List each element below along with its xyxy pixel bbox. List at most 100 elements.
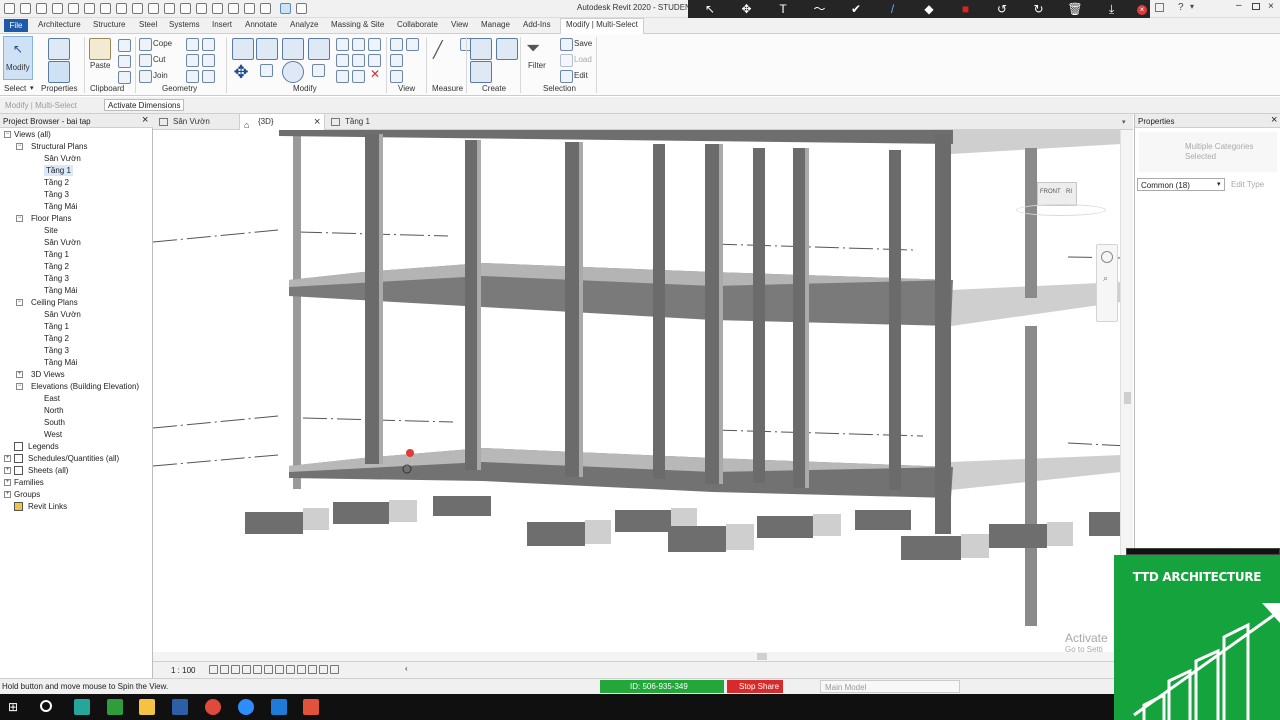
app-9-icon[interactable] xyxy=(303,699,319,715)
viewcube-compass-ring[interactable] xyxy=(1016,204,1106,216)
steering-wheel-icon[interactable] xyxy=(1101,251,1113,263)
tree-item[interactable]: Tầng 1 xyxy=(44,249,69,260)
panel-select[interactable]: Select xyxy=(4,84,26,93)
unlock-3d-icon[interactable] xyxy=(286,665,295,674)
quick-access-more-icon[interactable] xyxy=(296,3,307,14)
redo-icon[interactable] xyxy=(84,3,95,14)
scrollbar-thumb[interactable] xyxy=(1124,392,1131,404)
tree-item[interactable]: Tầng 2 xyxy=(44,177,69,188)
rotate-icon[interactable] xyxy=(282,61,304,83)
measure-icon[interactable]: ╱ xyxy=(433,40,455,62)
analytical-model-icon[interactable] xyxy=(330,665,339,674)
sun-path-icon[interactable] xyxy=(231,665,240,674)
windows-start-icon[interactable]: ⊞ xyxy=(8,700,18,714)
activate-dimensions-button[interactable]: Activate Dimensions xyxy=(104,99,185,111)
tree-item[interactable]: North xyxy=(44,405,64,416)
join-icon[interactable] xyxy=(139,70,152,83)
pin-icon[interactable] xyxy=(352,70,365,83)
tree-item[interactable]: Tầng Mái xyxy=(44,285,77,296)
trim-icon[interactable] xyxy=(312,64,325,77)
search-icon[interactable] xyxy=(40,700,52,712)
type-selector[interactable]: Multiple Categories Selected xyxy=(1139,132,1277,172)
offset-icon[interactable] xyxy=(256,38,278,60)
create-group-icon[interactable] xyxy=(470,61,492,83)
tree-item[interactable]: Tầng 1 xyxy=(44,165,73,176)
delete-icon[interactable]: ✕ xyxy=(370,67,380,81)
crop-view-icon[interactable] xyxy=(264,665,273,674)
temporary-hide-icon[interactable] xyxy=(297,665,306,674)
paste-icon[interactable] xyxy=(89,38,111,60)
properties-icon[interactable] xyxy=(48,61,70,83)
save-icon[interactable] xyxy=(36,3,47,14)
create-parts-icon[interactable] xyxy=(496,38,518,60)
project-browser-close-icon[interactable]: × xyxy=(142,114,148,126)
load-selection-icon[interactable] xyxy=(560,54,573,67)
tree-item[interactable]: Sân Vườn xyxy=(44,309,81,320)
tree-item[interactable]: South xyxy=(44,417,65,428)
edge-icon[interactable] xyxy=(271,699,287,715)
cope-icon[interactable] xyxy=(139,38,152,51)
view-tab-close-icon[interactable]: × xyxy=(314,114,320,130)
join-button[interactable]: Join xyxy=(153,71,168,80)
tree-item[interactable]: Structural Plans xyxy=(31,141,87,152)
collapse-icon[interactable]: − xyxy=(16,383,23,390)
temporary-view-properties-icon[interactable] xyxy=(319,665,328,674)
view-tabs-dropdown-icon[interactable]: ▾ xyxy=(1122,118,1126,126)
tree-item[interactable]: Tầng 3 xyxy=(44,189,69,200)
unpin-icon[interactable] xyxy=(368,38,381,51)
cut-geometry-icon[interactable] xyxy=(139,54,152,67)
stop-share-button[interactable]: Stop Share xyxy=(727,680,783,693)
ribbon-tab-add-ins[interactable]: Add-Ins xyxy=(523,20,551,29)
ribbon-tab-collaborate[interactable]: Collaborate xyxy=(397,20,438,29)
demolish-icon[interactable] xyxy=(202,54,215,67)
paint-icon[interactable] xyxy=(202,38,215,51)
view-tab-3d[interactable]: ⌂ {3D} × xyxy=(239,114,325,130)
tree-item[interactable]: Groups xyxy=(14,489,40,500)
restore-icon[interactable] xyxy=(1252,3,1260,10)
cut-button[interactable]: Cut xyxy=(153,55,165,64)
ribbon-tab-systems[interactable]: Systems xyxy=(169,20,200,29)
tree-item[interactable]: Sân Vườn xyxy=(44,237,81,248)
tree-item[interactable]: East xyxy=(44,393,60,404)
edit-selection-button[interactable]: Edit xyxy=(574,71,588,80)
ribbon-tab-massing-site[interactable]: Massing & Site xyxy=(331,20,384,29)
expand-icon[interactable]: + xyxy=(4,479,11,486)
wall-joins-icon[interactable] xyxy=(186,54,199,67)
edit-type-button[interactable]: Edit Type xyxy=(1231,180,1264,189)
filter-icon[interactable]: ⏷ xyxy=(526,38,548,60)
trim-single-icon[interactable] xyxy=(368,54,381,67)
mirror-draw-icon[interactable] xyxy=(308,38,330,60)
ribbon-tab-structure[interactable]: Structure xyxy=(93,20,125,29)
tag-icon[interactable] xyxy=(148,3,159,14)
override-graphics-icon[interactable] xyxy=(406,38,419,51)
shadows-icon[interactable] xyxy=(242,665,251,674)
collapse-icon[interactable]: − xyxy=(16,143,23,150)
type-properties-icon[interactable] xyxy=(48,38,70,60)
load-selection-button[interactable]: Load xyxy=(574,55,592,64)
print-icon[interactable] xyxy=(100,3,111,14)
dimension-icon[interactable] xyxy=(132,3,143,14)
revit-taskbar-icon[interactable] xyxy=(172,699,188,715)
view-tab-tang-1[interactable]: Tầng 1 xyxy=(327,114,397,130)
camtasia-icon[interactable] xyxy=(107,699,123,715)
scale-icon[interactable] xyxy=(352,54,365,67)
expand-icon[interactable]: + xyxy=(4,455,11,462)
file-explorer-icon[interactable] xyxy=(139,699,155,715)
select-dropdown-icon[interactable]: ▾ xyxy=(30,84,34,92)
detail-level-icon[interactable] xyxy=(209,665,218,674)
split-icon[interactable] xyxy=(336,38,349,51)
ribbon-tab-manage[interactable]: Manage xyxy=(481,20,510,29)
view-tab-san-vuon[interactable]: Sân Vườn xyxy=(155,114,225,130)
tree-item[interactable]: 3D Views xyxy=(31,369,65,380)
highlight-icon[interactable] xyxy=(280,3,291,14)
ribbon-tab-analyze[interactable]: Analyze xyxy=(290,20,318,29)
viewcube-right-face[interactable]: RI xyxy=(1066,189,1072,195)
close-icon[interactable]: × xyxy=(1268,1,1274,12)
chrome-icon[interactable] xyxy=(205,699,221,715)
viewcube[interactable]: FRONT RI xyxy=(1037,182,1077,206)
edit-selection-icon[interactable] xyxy=(560,70,573,83)
close-hidden-icon[interactable] xyxy=(228,3,239,14)
split-face-icon[interactable] xyxy=(186,38,199,51)
measure-icon[interactable] xyxy=(116,3,127,14)
copy-element-icon[interactable] xyxy=(260,64,273,77)
